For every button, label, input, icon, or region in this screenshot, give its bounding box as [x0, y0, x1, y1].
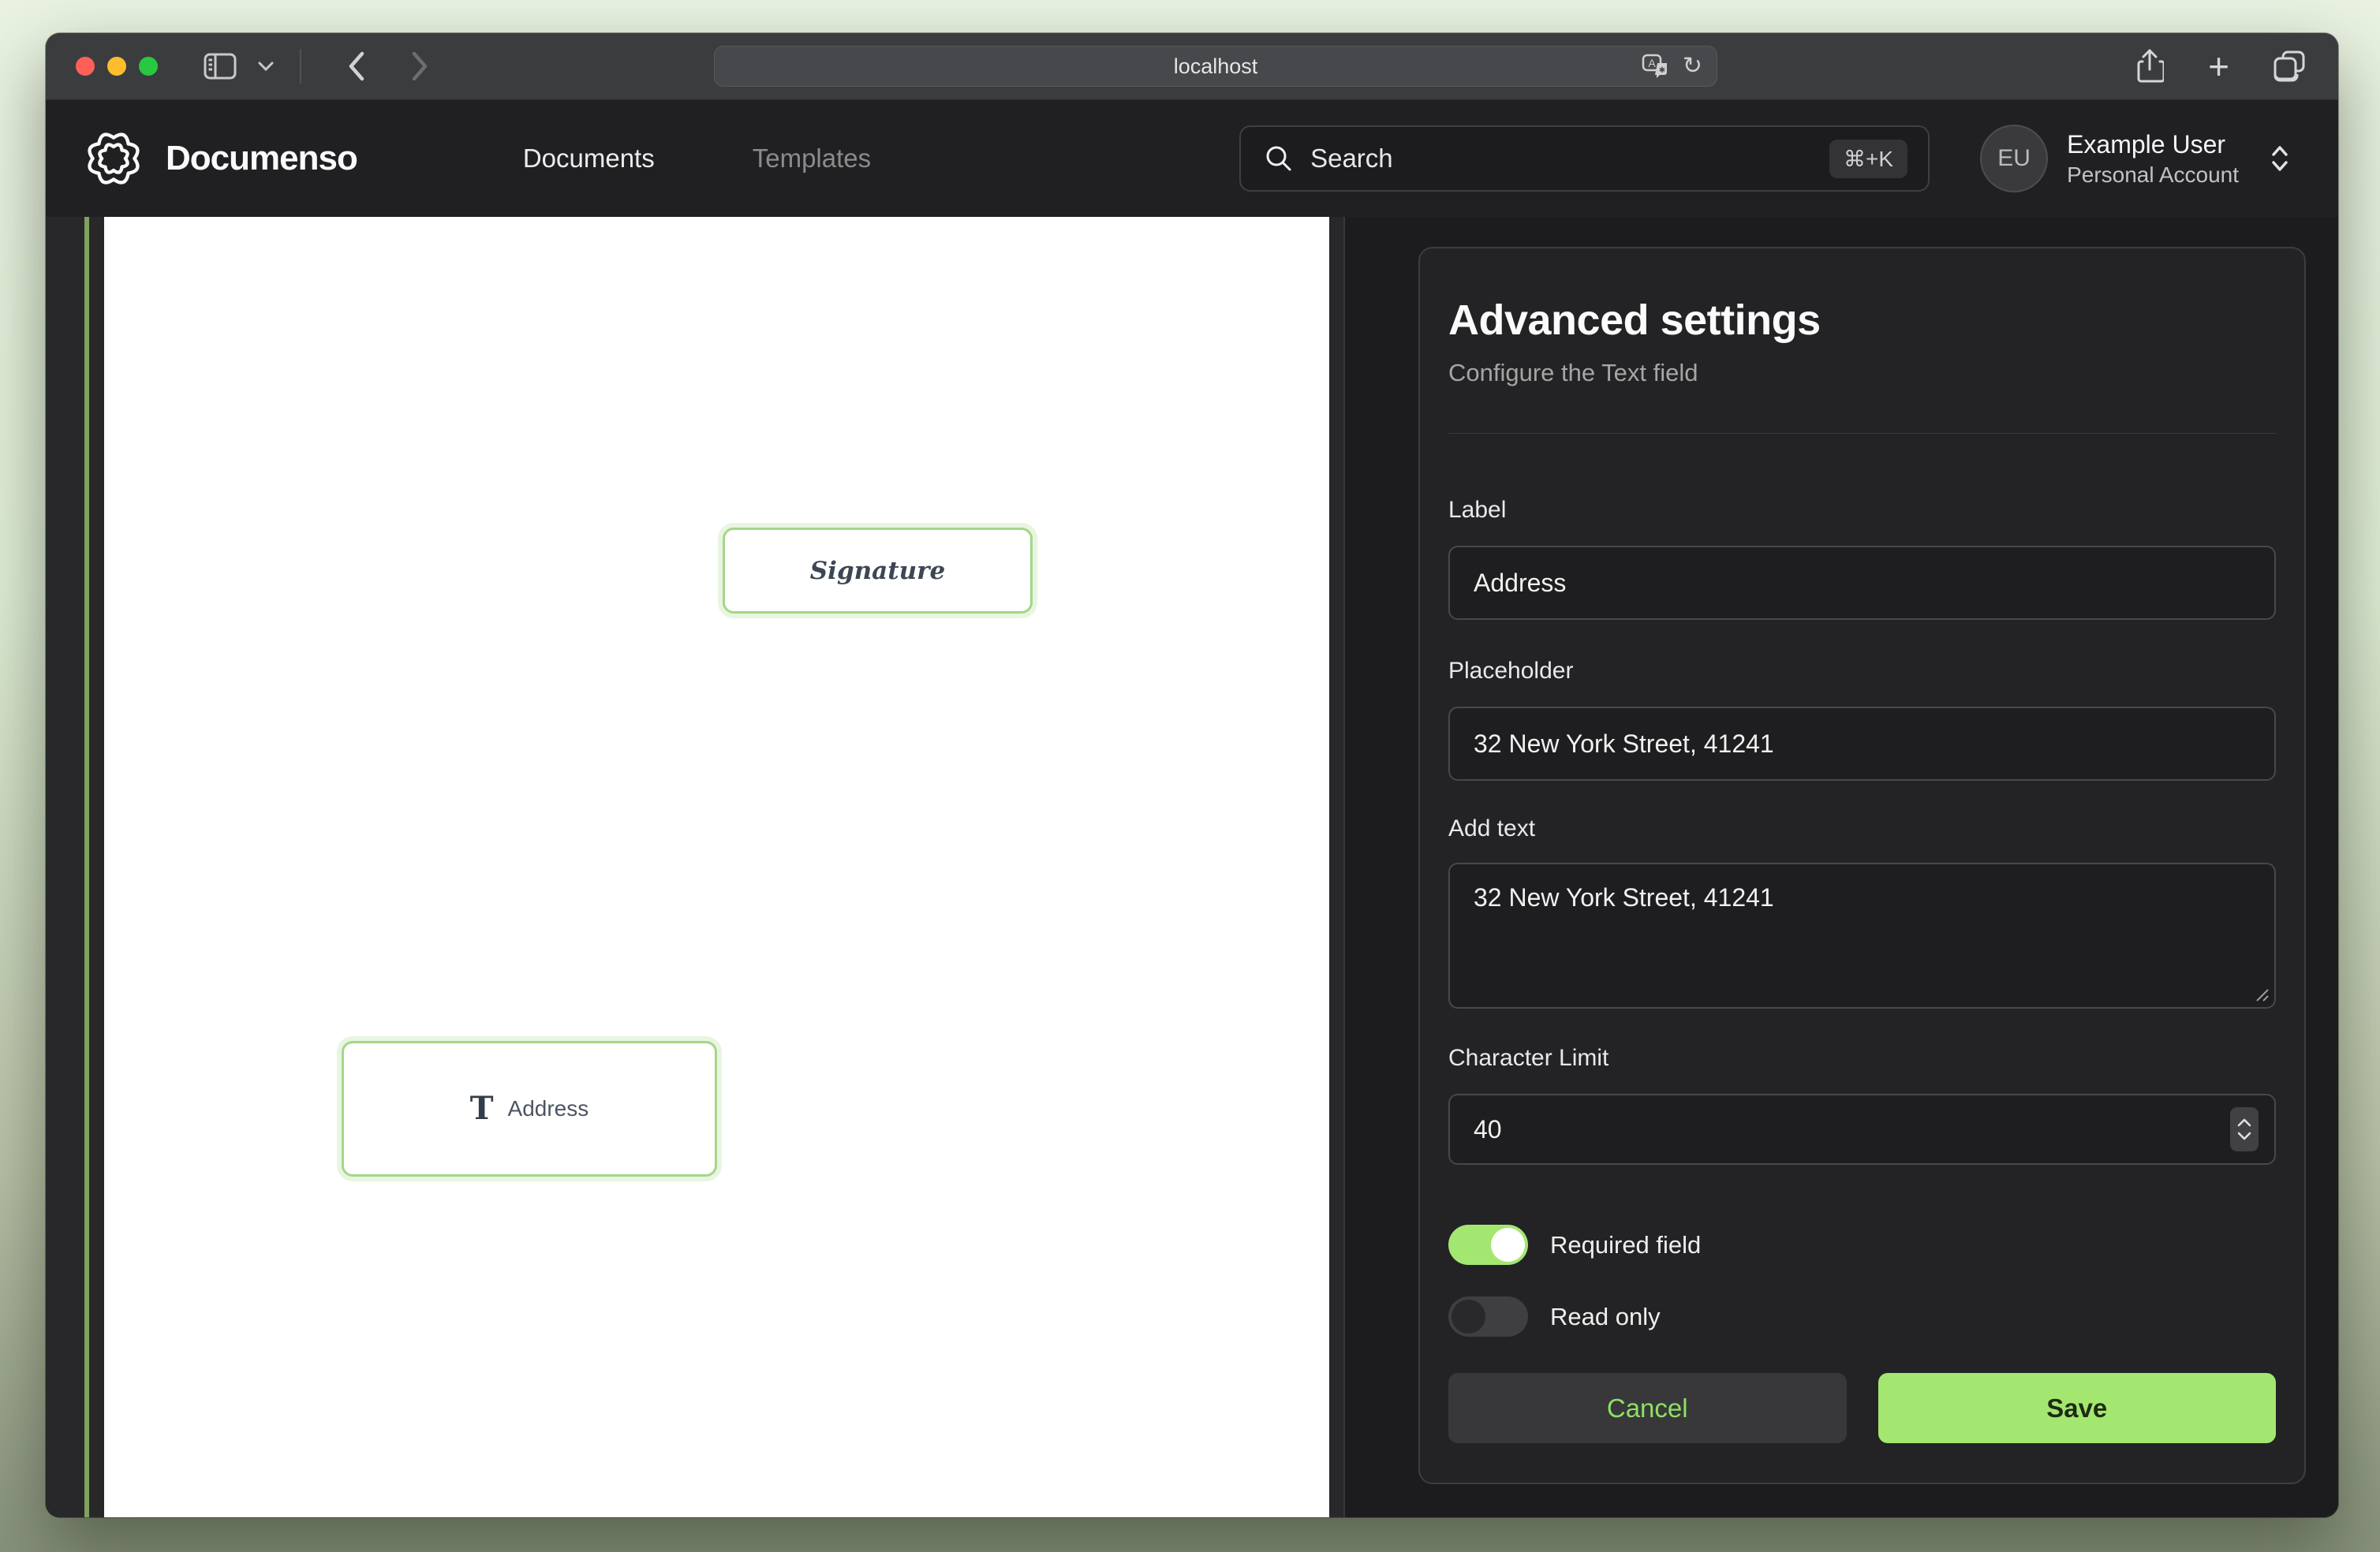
panel-title: Advanced settings: [1448, 296, 2276, 345]
required-field-label: Required field: [1550, 1231, 1701, 1259]
address-bar[interactable]: localhost A ✱ ↻: [714, 46, 1717, 87]
required-field-row: Required field: [1448, 1225, 2276, 1265]
placeholder-field-label: Placeholder: [1448, 658, 2276, 685]
add-text-wrap: 32 New York Street, 41241: [1448, 863, 2276, 1009]
user-texts: Example User Personal Account: [2067, 130, 2239, 188]
label-input[interactable]: [1448, 546, 2276, 620]
address-bar-icons: A ✱ ↻: [1642, 47, 1702, 86]
main-nav: Documents Templates: [523, 144, 871, 173]
toolbar-left-icons: [204, 49, 429, 84]
read-only-toggle[interactable]: [1448, 1296, 1528, 1337]
text-field-label: Address: [508, 1096, 589, 1121]
brand-name: Documenso: [166, 139, 357, 178]
documenso-seal-icon: [79, 124, 148, 193]
brand-logo[interactable]: Documenso: [79, 124, 357, 193]
nav-item-templates[interactable]: Templates: [753, 144, 871, 173]
panel-subtitle: Configure the Text field: [1448, 359, 2276, 387]
character-limit-wrap: [1448, 1094, 2276, 1165]
avatar-initials: EU: [1997, 145, 2031, 172]
desktop: localhost A ✱ ↻: [0, 0, 2380, 1552]
avatar: EU: [1980, 125, 2048, 192]
signature-field-label: Signature: [810, 557, 945, 585]
search-input[interactable]: [1310, 144, 1812, 173]
user-account: Personal Account: [2067, 162, 2239, 188]
recipient-color-line: [84, 217, 89, 1517]
advanced-settings-panel: Advanced settings Configure the Text fie…: [1418, 247, 2306, 1484]
settings-pane: Advanced settings Configure the Text fie…: [1345, 217, 2338, 1517]
label-field-label: Label: [1448, 497, 2276, 524]
user-menu[interactable]: EU Example User Personal Account: [1980, 125, 2291, 192]
cancel-button[interactable]: Cancel: [1448, 1373, 1847, 1443]
tab-overview-icon[interactable]: [2274, 50, 2307, 82]
text-field-address[interactable]: T Address: [342, 1041, 717, 1177]
url-text: localhost: [1174, 54, 1258, 79]
panel-divider: [1448, 433, 2276, 434]
back-icon[interactable]: [347, 50, 366, 82]
search-shortcut-badge: ⌘+K: [1829, 140, 1907, 178]
add-text-textarea[interactable]: 32 New York Street, 41241: [1448, 863, 2276, 1009]
content-area: Signature T Address Advanced settings Co…: [46, 217, 2338, 1517]
chevron-down-icon[interactable]: [257, 61, 275, 72]
toolbar-separator: [300, 49, 301, 84]
character-limit-input[interactable]: [1448, 1094, 2276, 1165]
toggle-knob: [1491, 1228, 1525, 1262]
zoom-window-button[interactable]: [139, 57, 158, 76]
new-tab-icon[interactable]: +: [2208, 48, 2229, 84]
required-field-toggle[interactable]: [1448, 1225, 1528, 1265]
forward-icon[interactable]: [410, 50, 429, 82]
svg-text:A: A: [1648, 57, 1656, 69]
panel-buttons: Cancel Save: [1448, 1373, 2276, 1443]
search-bar[interactable]: ⌘+K: [1239, 125, 1930, 192]
document-viewer: Signature T Address: [46, 217, 1345, 1517]
placeholder-input[interactable]: [1448, 707, 2276, 781]
browser-toolbar: localhost A ✱ ↻: [46, 33, 2338, 100]
svg-text:✱: ✱: [1659, 66, 1665, 75]
nav-item-documents[interactable]: Documents: [523, 144, 655, 173]
toggle-knob: [1452, 1300, 1485, 1334]
translate-icon[interactable]: A ✱: [1642, 54, 1670, 79]
character-limit-field-label: Character Limit: [1448, 1045, 2276, 1072]
read-only-label: Read only: [1550, 1303, 1661, 1331]
close-window-button[interactable]: [76, 57, 95, 76]
number-stepper[interactable]: [2230, 1107, 2259, 1151]
app-header: Documenso Documents Templates ⌘+K EU: [46, 100, 2338, 217]
document-page[interactable]: Signature T Address: [104, 217, 1329, 1517]
add-text-field-label: Add text: [1448, 815, 2276, 842]
minimize-window-button[interactable]: [107, 57, 126, 76]
chevron-up-down-icon: [2269, 144, 2291, 173]
reload-icon[interactable]: ↻: [1683, 54, 1702, 78]
stepper-down-icon: [2236, 1131, 2252, 1140]
stepper-up-icon: [2236, 1118, 2252, 1128]
user-name: Example User: [2067, 130, 2239, 159]
save-button[interactable]: Save: [1878, 1373, 2277, 1443]
text-icon: T: [470, 1093, 494, 1125]
sidebar-icon[interactable]: [204, 53, 237, 80]
signature-field[interactable]: Signature: [723, 528, 1033, 614]
traffic-lights: [76, 57, 158, 76]
search-icon: [1265, 144, 1293, 173]
share-icon[interactable]: [2135, 49, 2164, 84]
browser-window: localhost A ✱ ↻: [46, 33, 2338, 1517]
read-only-row: Read only: [1448, 1296, 2276, 1337]
resize-handle-icon[interactable]: [2252, 985, 2270, 1002]
toolbar-right-icons: +: [2135, 48, 2307, 84]
